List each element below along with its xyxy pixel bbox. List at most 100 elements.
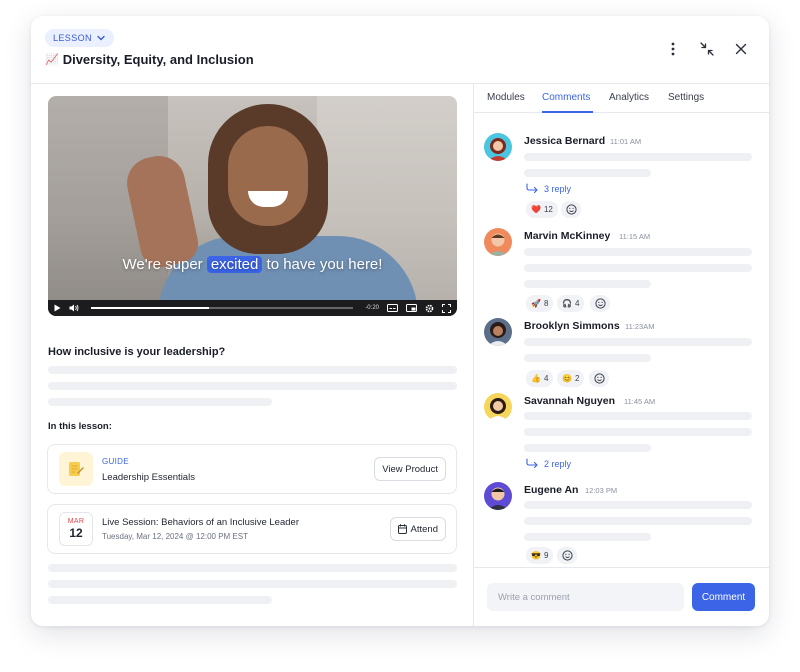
attend-button[interactable]: Attend [389, 517, 446, 541]
headphones-icon: 🎧 [562, 299, 572, 308]
more-options-button[interactable] [665, 41, 681, 57]
play-button[interactable] [54, 304, 61, 312]
reaction-count: 9 [543, 551, 549, 560]
avatar-portrait [488, 322, 508, 346]
text-placeholder [524, 354, 651, 362]
text-placeholder [524, 153, 752, 161]
comment-author: Eugene An [524, 484, 579, 496]
reply-arrow-icon [526, 458, 538, 469]
sunglasses-icon: 😎 [531, 551, 541, 560]
reaction-chip[interactable]: 🎧 4 [557, 295, 585, 312]
tab-comments[interactable]: Comments [542, 92, 590, 103]
session-datetime: Tuesday, Mar 12, 2024 @ 12:00 PM EST [102, 532, 248, 541]
comment-time: 12:03 PM [585, 486, 618, 495]
reaction-count: 4 [574, 299, 580, 308]
tab-analytics[interactable]: Analytics [609, 92, 649, 103]
text-placeholder [524, 412, 752, 420]
guide-thumbnail [59, 452, 93, 486]
play-icon [54, 304, 61, 312]
reply-count: 3 reply [544, 183, 572, 194]
avatar[interactable] [484, 318, 512, 346]
video-progress-fill [91, 307, 210, 309]
comment-input[interactable] [487, 583, 684, 611]
lesson-card: LESSON 📈 Diversity, Equity, and Inclusio… [31, 16, 769, 626]
add-reaction-button[interactable] [557, 547, 577, 564]
comment-submit-button[interactable]: Comment [692, 583, 755, 611]
reaction-count: 8 [543, 299, 549, 308]
add-reaction-button[interactable] [589, 370, 609, 387]
text-placeholder [524, 248, 752, 256]
text-placeholder [48, 382, 457, 390]
session-date-badge: MAR 12 [59, 512, 93, 546]
tab-modules[interactable]: Modules [487, 92, 525, 103]
lesson-question: How inclusive is your leadership? [48, 346, 226, 358]
volume-icon [69, 304, 79, 312]
avatar-portrait [488, 138, 508, 161]
avatar-portrait [488, 233, 508, 256]
reply-count: 2 reply [544, 458, 572, 469]
thumbs-up-icon: 👍 [531, 374, 541, 383]
caption-text: We're super [122, 256, 203, 273]
text-placeholder [524, 517, 752, 525]
picture-in-picture-button[interactable] [406, 304, 417, 312]
reaction-chip[interactable]: 👍 4 [526, 370, 554, 387]
view-replies-link[interactable]: 3 reply [526, 183, 571, 194]
video-player[interactable]: We're super excited to have you here! -0… [48, 96, 457, 316]
reaction-chip[interactable]: 😎 9 [526, 547, 554, 564]
side-panel: Modules Comments Analytics Settings Jess… [474, 84, 769, 626]
view-product-button[interactable]: View Product [374, 457, 446, 481]
guide-title: Leadership Essentials [102, 472, 195, 483]
session-item: MAR 12 Live Session: Behaviors of an Inc… [47, 504, 457, 554]
avatar[interactable] [484, 228, 512, 256]
reaction-chip[interactable]: 🚀 8 [526, 295, 554, 312]
lesson-type-label: LESSON [53, 33, 92, 43]
reaction-count: 4 [543, 374, 549, 383]
chevron-down-icon [97, 35, 105, 41]
fullscreen-icon [442, 303, 451, 313]
text-placeholder [524, 338, 752, 346]
reaction-count: 2 [574, 374, 580, 383]
text-placeholder [48, 596, 272, 604]
reaction-chip[interactable]: 😊 2 [557, 370, 585, 387]
minimize-button[interactable] [699, 41, 715, 57]
smile-emoji-icon: 😊 [562, 374, 572, 383]
captions-icon [387, 304, 398, 312]
in-lesson-heading: In this lesson: [48, 421, 112, 432]
page-title: 📈 Diversity, Equity, and Inclusion [45, 52, 254, 67]
guide-item: GUIDE Leadership Essentials View Product [47, 444, 457, 494]
close-button[interactable] [733, 41, 749, 57]
caption-text: to have you here! [266, 256, 383, 273]
smile-icon [561, 550, 573, 561]
avatar[interactable] [484, 133, 512, 161]
text-placeholder [524, 280, 651, 288]
add-reaction-button[interactable] [590, 295, 610, 312]
text-placeholder [524, 169, 651, 177]
captions-button[interactable] [387, 304, 398, 312]
avatar-portrait [488, 487, 508, 510]
text-placeholder [48, 366, 457, 374]
tab-settings[interactable]: Settings [668, 92, 704, 103]
side-panel-tabs: Modules Comments Analytics Settings [474, 84, 769, 113]
comment-composer: Comment [474, 567, 769, 626]
volume-button[interactable] [69, 304, 79, 312]
heart-icon: ❤️ [531, 205, 541, 214]
fullscreen-button[interactable] [442, 303, 451, 313]
avatar-portrait [488, 398, 508, 421]
avatar[interactable] [484, 393, 512, 421]
avatar[interactable] [484, 482, 512, 510]
add-reaction-button[interactable] [561, 201, 581, 218]
comment-author: Jessica Bernard [524, 135, 606, 147]
calendar-icon [397, 524, 407, 534]
video-progress-bar[interactable] [91, 307, 354, 309]
text-placeholder [524, 428, 752, 436]
view-replies-link[interactable]: 2 reply [526, 458, 571, 469]
smile-icon [593, 373, 605, 384]
comment-time: 11:01 AM [610, 137, 642, 146]
more-vertical-icon [671, 42, 675, 56]
text-placeholder [48, 398, 272, 406]
lesson-type-dropdown[interactable]: LESSON [45, 29, 114, 47]
reaction-chip[interactable]: ❤️ 12 [526, 201, 558, 218]
comment-time: 11:45 AM [624, 397, 656, 406]
text-placeholder [524, 533, 651, 541]
settings-button[interactable] [425, 304, 434, 313]
